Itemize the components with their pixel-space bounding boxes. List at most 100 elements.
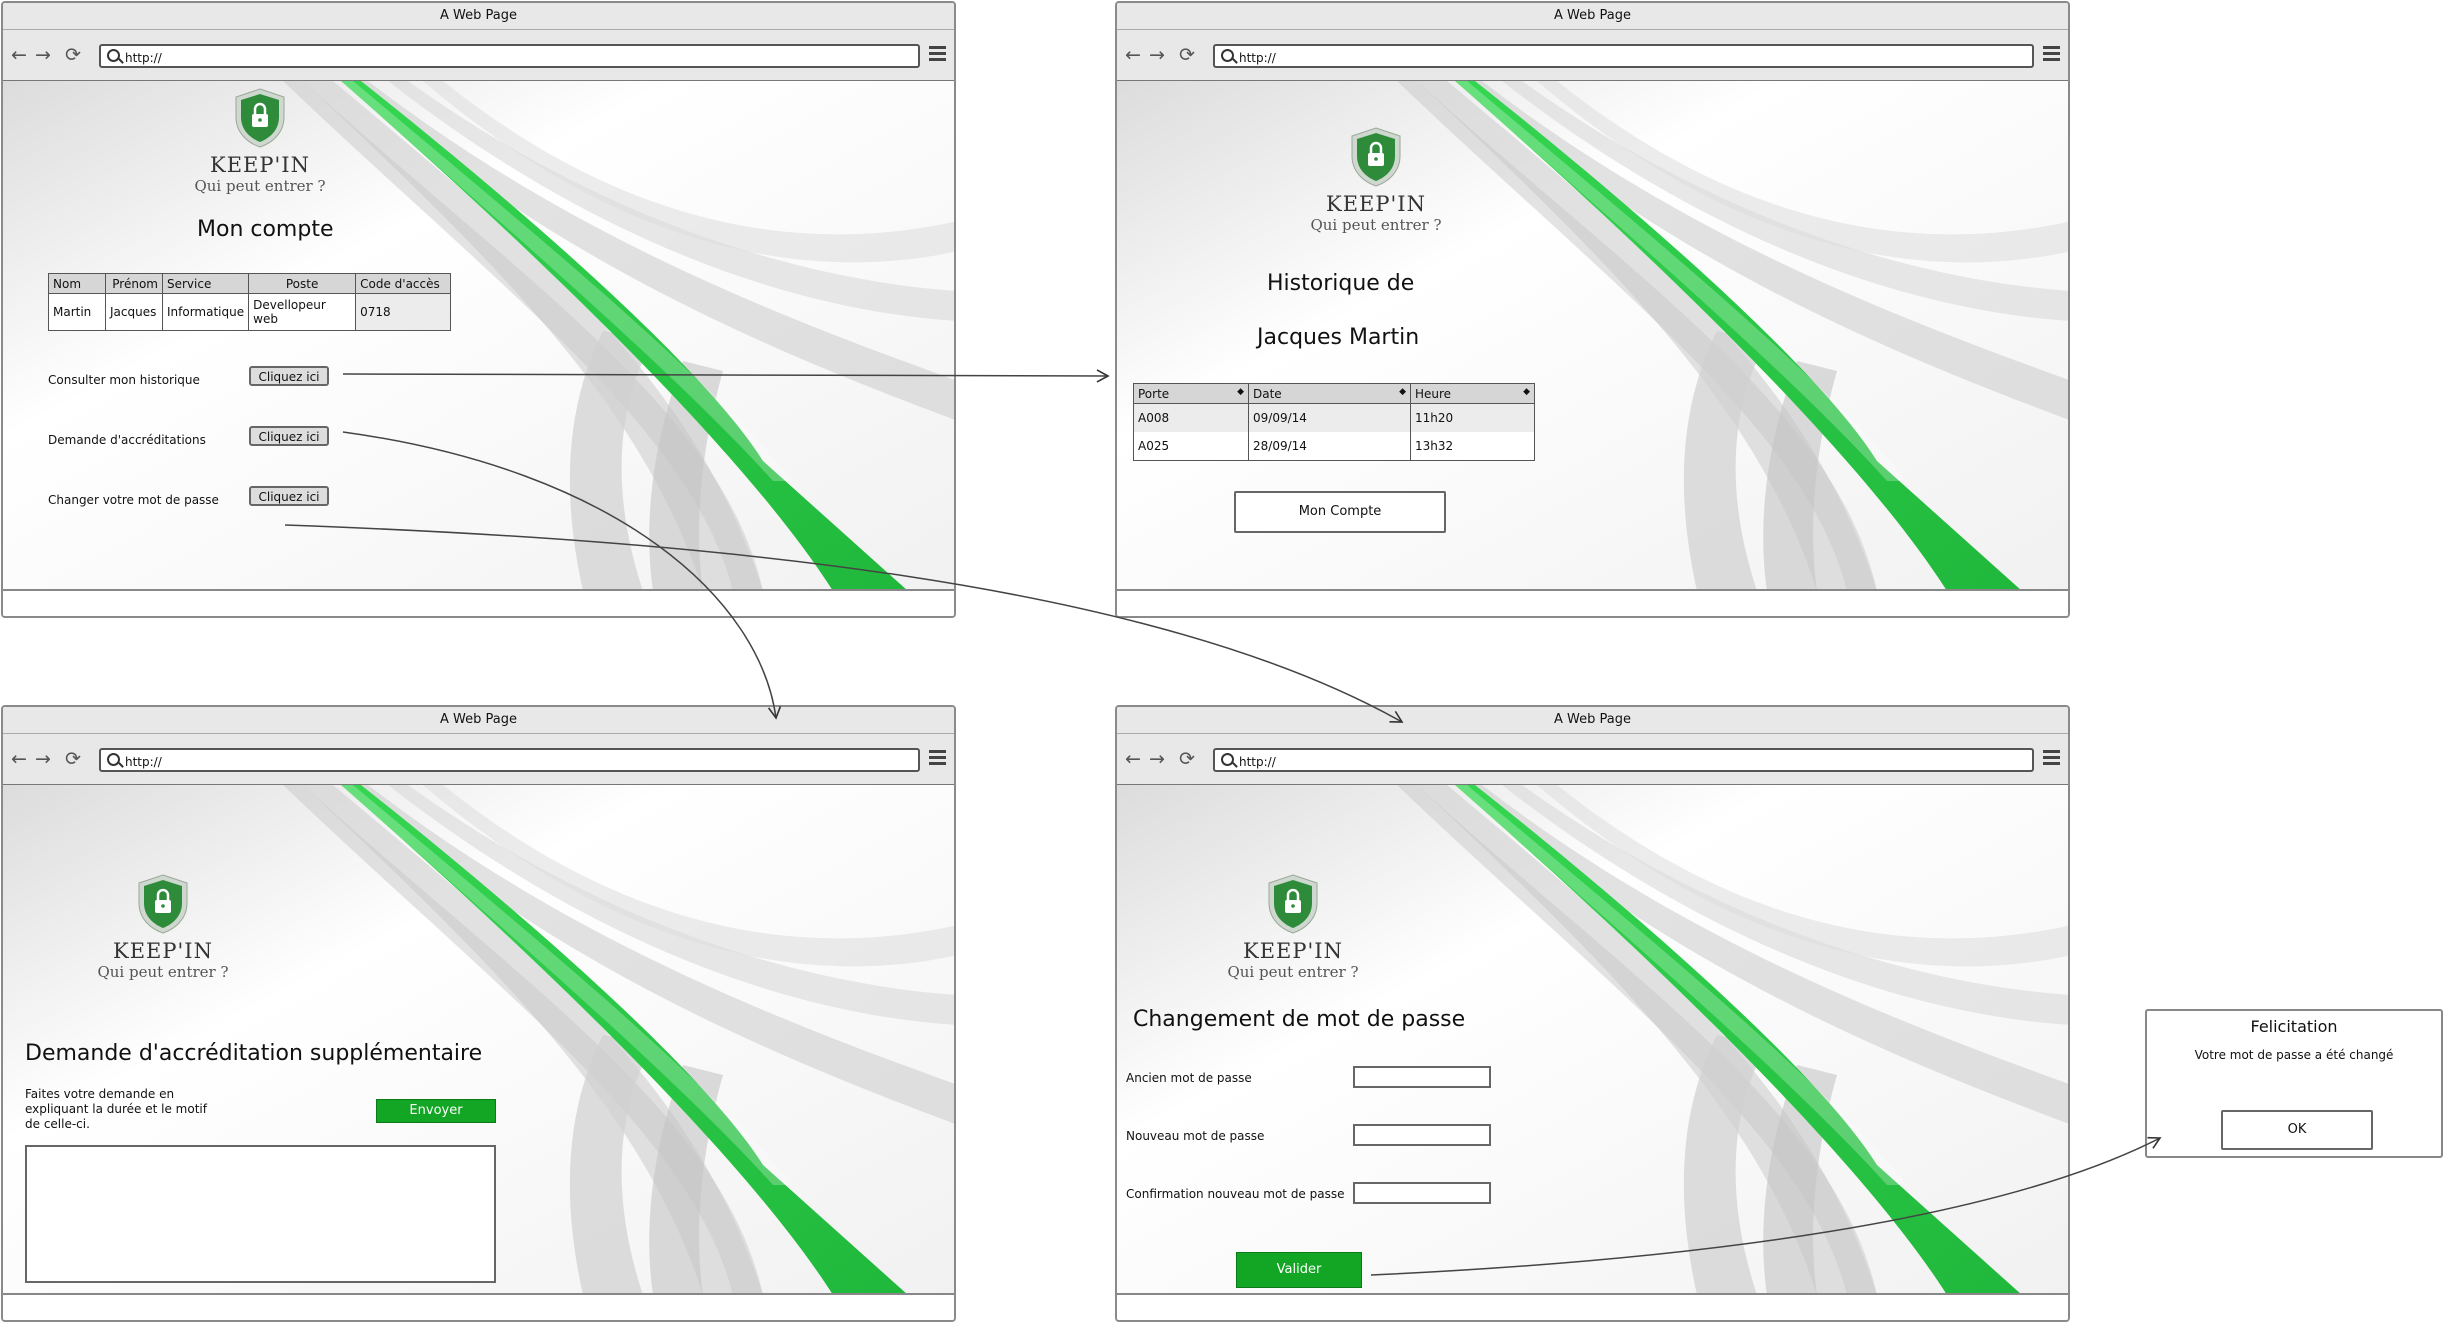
table-cell: Martin	[48, 293, 106, 331]
logo: KEEP'IN Qui peut entrer ?	[73, 873, 253, 981]
page-title: Historique de	[1267, 271, 1415, 296]
password-button[interactable]: Cliquez ici	[249, 486, 329, 506]
table-cell: A025	[1133, 432, 1249, 461]
table-cell: 09/09/14	[1248, 403, 1411, 432]
request-textarea[interactable]	[25, 1145, 496, 1283]
send-button[interactable]: Envoyer	[376, 1099, 496, 1123]
validate-button[interactable]: Valider	[1236, 1252, 1362, 1288]
history-button[interactable]: Cliquez ici	[249, 366, 329, 386]
menu-icon[interactable]	[2043, 750, 2060, 766]
reload-icon[interactable]: ⟳	[1179, 44, 1195, 66]
brand-tagline: Qui peut entrer ?	[1310, 216, 1442, 234]
mon-compte-button[interactable]: Mon Compte	[1234, 491, 1446, 533]
brand-tagline: Qui peut entrer ?	[194, 177, 326, 195]
logo: KEEP'IN Qui peut entrer ?	[1286, 126, 1466, 234]
back-icon[interactable]: ←	[1125, 748, 1141, 770]
browser-window-historique: A Web Page ← → ⟳ http:// KEEP'IN Qui peu…	[1115, 1, 2070, 618]
logo: KEEP'IN Qui peut entrer ?	[1203, 873, 1383, 981]
page-title: Changement de mot de passe	[1133, 1007, 1466, 1032]
shield-lock-icon	[1348, 126, 1404, 188]
shield-lock-icon	[232, 87, 288, 149]
col-header-label: Date	[1253, 386, 1282, 401]
search-icon	[1221, 753, 1234, 766]
url-bar[interactable]: http://	[1213, 44, 2034, 68]
menu-icon[interactable]	[929, 46, 946, 62]
search-icon	[107, 753, 120, 766]
table-row: A025 28/09/14 13h32	[1133, 432, 1535, 461]
col-header-heure[interactable]: Heure ◆	[1410, 383, 1535, 404]
back-icon[interactable]: ←	[1125, 44, 1141, 66]
table-cell: Jacques	[105, 293, 163, 331]
back-icon[interactable]: ←	[11, 44, 27, 66]
search-icon	[1221, 49, 1234, 62]
forward-icon[interactable]: →	[35, 44, 51, 66]
reload-icon[interactable]: ⟳	[65, 748, 81, 770]
table-cell: 0718	[355, 293, 452, 331]
new-password-field[interactable]	[1353, 1124, 1491, 1146]
window-title: A Web Page	[1117, 3, 2068, 30]
dialog-message: Votre mot de passe a été changé	[2194, 1048, 2394, 1062]
brand-name: KEEP'IN	[1326, 192, 1426, 216]
sort-icon[interactable]: ◆	[1237, 387, 1244, 397]
sort-icon[interactable]: ◆	[1523, 387, 1530, 397]
accreditation-button[interactable]: Cliquez ici	[249, 426, 329, 446]
confirm-password-label: Confirmation nouveau mot de passe	[1126, 1187, 1345, 1201]
shield-lock-icon	[1265, 873, 1321, 935]
old-password-field[interactable]	[1353, 1066, 1491, 1088]
page-title: Mon compte	[197, 217, 334, 242]
forward-icon[interactable]: →	[1149, 748, 1165, 770]
browser-window-accreditation: A Web Page ← → ⟳ http:// KEEP'IN Qui peu…	[1, 705, 956, 1322]
reload-icon[interactable]: ⟳	[65, 44, 81, 66]
old-password-label: Ancien mot de passe	[1126, 1071, 1252, 1085]
page-content: KEEP'IN Qui peut entrer ? Mon compte Nom…	[3, 81, 954, 591]
new-password-label: Nouveau mot de passe	[1126, 1129, 1265, 1143]
browser-toolbar: ← → ⟳ http://	[1117, 734, 2068, 786]
col-header: Poste	[248, 273, 357, 294]
confirm-password-field[interactable]	[1353, 1182, 1491, 1204]
url-bar[interactable]: http://	[99, 44, 920, 68]
browser-toolbar: ← → ⟳ http://	[1117, 30, 2068, 82]
account-table: Nom Prénom Service Poste Code d'accès Ma…	[48, 273, 452, 331]
brand-name: KEEP'IN	[113, 939, 213, 963]
col-header: Code d'accès	[355, 273, 452, 294]
page-title: Demande d'accréditation supplémentaire	[25, 1041, 483, 1066]
shield-lock-icon	[135, 873, 191, 935]
brand-tagline: Qui peut entrer ?	[1227, 963, 1359, 981]
page-content: KEEP'IN Qui peut entrer ? Demande d'accr…	[3, 785, 954, 1295]
status-bar	[3, 589, 954, 616]
menu-icon[interactable]	[929, 750, 946, 766]
window-title: A Web Page	[3, 707, 954, 734]
table-cell: 13h32	[1410, 432, 1535, 461]
status-bar	[1117, 589, 2068, 616]
forward-icon[interactable]: →	[35, 748, 51, 770]
col-header: Prénom	[105, 273, 163, 294]
history-table: Porte ◆ Date ◆ Heure ◆ A008 09/09/14 11h20 …	[1133, 383, 1535, 461]
ok-button[interactable]: OK	[2221, 1110, 2373, 1150]
url-bar[interactable]: http://	[1213, 748, 2034, 772]
accreditation-label: Demande d'accréditations	[48, 433, 206, 447]
browser-toolbar: ← → ⟳ http://	[3, 30, 954, 82]
col-header-date[interactable]: Date ◆	[1248, 383, 1411, 404]
sort-icon[interactable]: ◆	[1399, 387, 1406, 397]
forward-icon[interactable]: →	[1149, 44, 1165, 66]
col-header-label: Porte	[1138, 386, 1170, 401]
url-bar[interactable]: http://	[99, 748, 920, 772]
menu-icon[interactable]	[2043, 46, 2060, 62]
table-cell: 11h20	[1410, 403, 1535, 432]
browser-toolbar: ← → ⟳ http://	[3, 734, 954, 786]
browser-window-mon-compte: A Web Page ← → ⟳ http:// KEEP'IN Qui peu…	[1, 1, 956, 618]
brand-tagline: Qui peut entrer ?	[97, 963, 229, 981]
password-label: Changer votre mot de passe	[48, 493, 219, 507]
status-bar	[1117, 1293, 2068, 1320]
instructions-text: Faites votre demande en expliquant la du…	[25, 1087, 207, 1131]
logo: KEEP'IN Qui peut entrer ?	[170, 87, 350, 195]
window-title: A Web Page	[3, 3, 954, 30]
window-title: A Web Page	[1117, 707, 2068, 734]
back-icon[interactable]: ←	[11, 748, 27, 770]
page-content: KEEP'IN Qui peut entrer ? Historique de …	[1117, 81, 2068, 591]
col-header: Nom	[48, 273, 106, 294]
col-header-porte[interactable]: Porte ◆	[1133, 383, 1249, 404]
page-subtitle: Jacques Martin	[1257, 325, 1420, 350]
reload-icon[interactable]: ⟳	[1179, 748, 1195, 770]
success-dialog: Felicitation Votre mot de passe a été ch…	[2145, 1009, 2443, 1158]
